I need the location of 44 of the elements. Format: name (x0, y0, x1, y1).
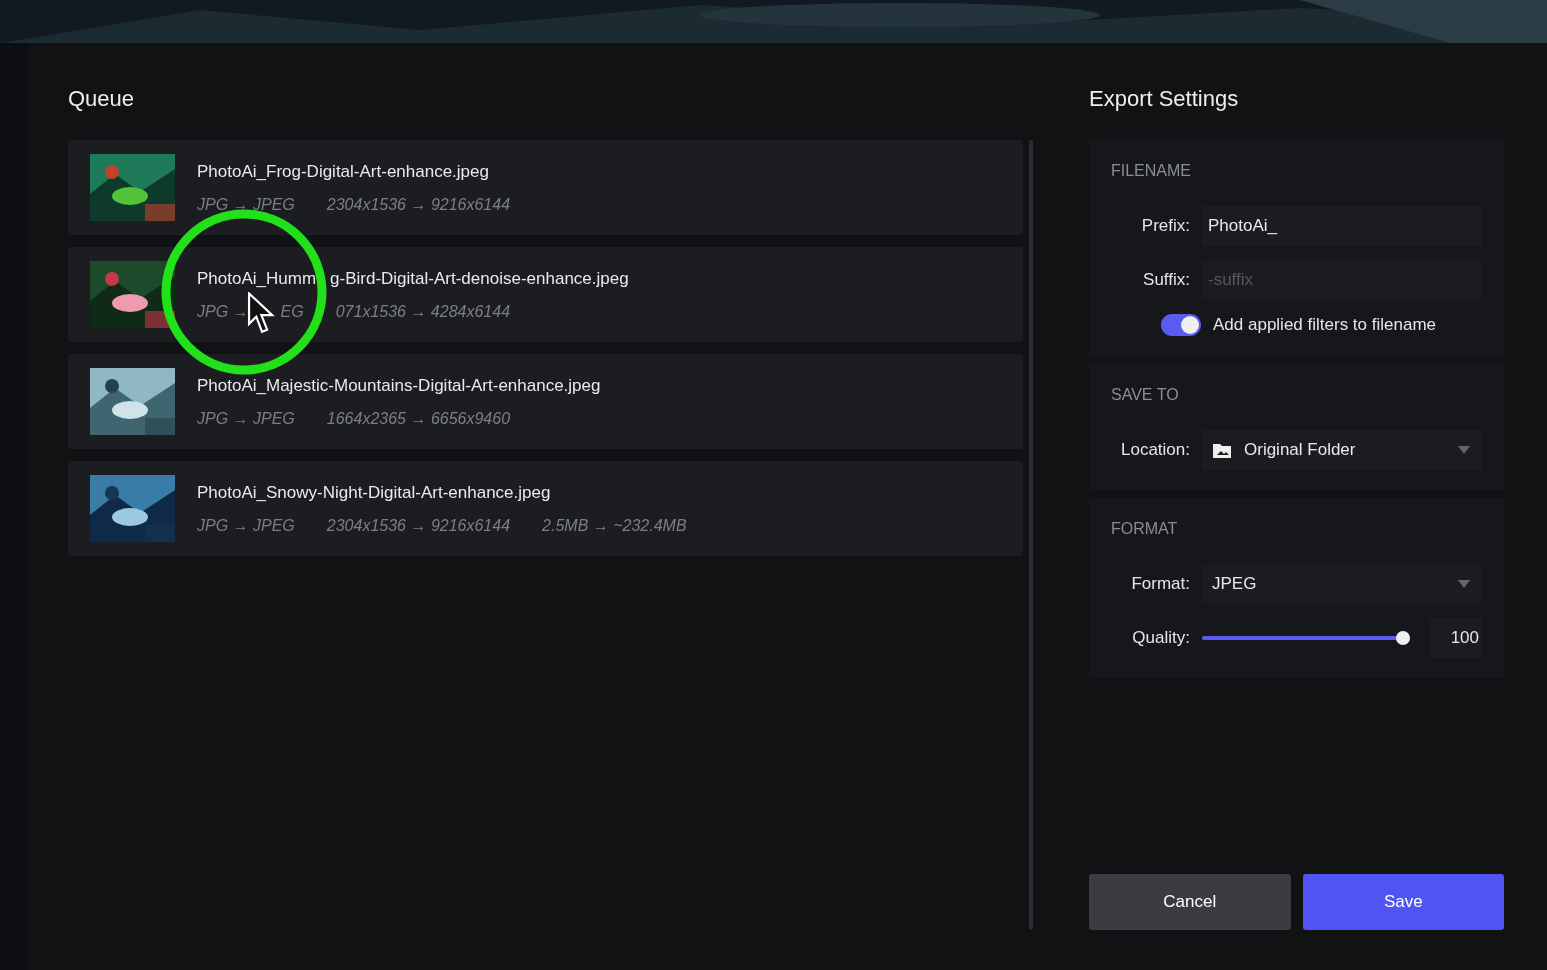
file-name: PhotoAi_Snowy-Night-Digital-Art-enhance.jpeg (197, 482, 551, 503)
file-meta: 2304x1536 → 9216x6144 (326, 516, 511, 535)
dropdown-caret-icon (1458, 446, 1470, 454)
file-name: PhotoAi_Frog-Digital-Art-enhance.jpeg (197, 161, 489, 182)
cancel-button[interactable]: Cancel (1089, 874, 1291, 930)
format-dropdown[interactable]: JPEG (1202, 564, 1482, 604)
file-meta: 2304x1536 → 9216x6144 (326, 195, 511, 214)
queue-item[interactable]: PhotoAi_Snowy-Night-Digital-Art-enhance.jpeg JPG → JPEG 2304x1536 → 9216x6144 2.5MB → ~232.4MB (68, 461, 1023, 556)
queue-item[interactable]: PhotoAi_Humm g-Bird-Digital-Art-denoise-enhance.jpeg JPG → EG 071x1536 → 4284x6144 (68, 247, 1023, 342)
section-heading: SAVE TO (1111, 386, 1180, 404)
field-label: Prefix: (1140, 216, 1190, 236)
field-label: Format: (1130, 574, 1190, 594)
file-meta: 1664x2365 → 6656x9460 (326, 409, 511, 428)
file-name: g-Bird-Digital-Art-denoise-enhance.jpeg (330, 268, 629, 289)
file-name: PhotoAi_Majestic-Mountains-Digital-Art-enhance.jpeg (197, 375, 601, 396)
folder-icon (1212, 441, 1232, 459)
field-label: Suffix: (1142, 270, 1190, 290)
slider-thumb[interactable] (1396, 631, 1410, 645)
section-heading: FILENAME (1111, 162, 1192, 180)
file-meta: JPG → JPEG (197, 409, 295, 428)
quality-value: 100 (1429, 618, 1482, 658)
queue-item[interactable]: PhotoAi_Majestic-Mountains-Digital-Art-enhance.jpeg JPG → JPEG 1664x2365 → 6656x9460 (68, 354, 1023, 449)
export-settings-title: Export Settings (1089, 84, 1240, 113)
file-meta: EG (280, 302, 304, 321)
suffix-field[interactable]: -suffix (1202, 260, 1482, 300)
field-label: Location: (1120, 440, 1190, 460)
field-label: Quality: (1131, 628, 1190, 648)
pointer-cursor-icon (247, 292, 275, 334)
save-button[interactable]: Save (1302, 874, 1504, 930)
file-meta: 2.5MB → ~232.4MB (542, 516, 687, 535)
file-meta: JPG → JPEG (197, 516, 295, 535)
section-heading: FORMAT (1111, 520, 1179, 538)
file-name: PhotoAi_Humm (197, 268, 317, 289)
quality-slider[interactable] (1202, 630, 1411, 646)
queue-title: Queue (68, 84, 136, 113)
location-dropdown[interactable]: Original Folder (1202, 430, 1482, 470)
toggle-switch[interactable] (1161, 314, 1201, 336)
queue-item[interactable]: PhotoAi_Frog-Digital-Art-enhance.jpeg JPG → JPEG 2304x1536 → 9216x6144 (68, 140, 1023, 235)
dropdown-caret-icon (1458, 580, 1470, 588)
file-meta: JPG → JPEG (197, 195, 295, 214)
file-meta: JPG → (197, 302, 249, 321)
file-meta: 071x1536 → 4284x6144 (335, 302, 511, 321)
prefix-field[interactable]: PhotoAi_ (1202, 206, 1482, 246)
toggle-label: Add applied filters to filename (1213, 315, 1437, 335)
